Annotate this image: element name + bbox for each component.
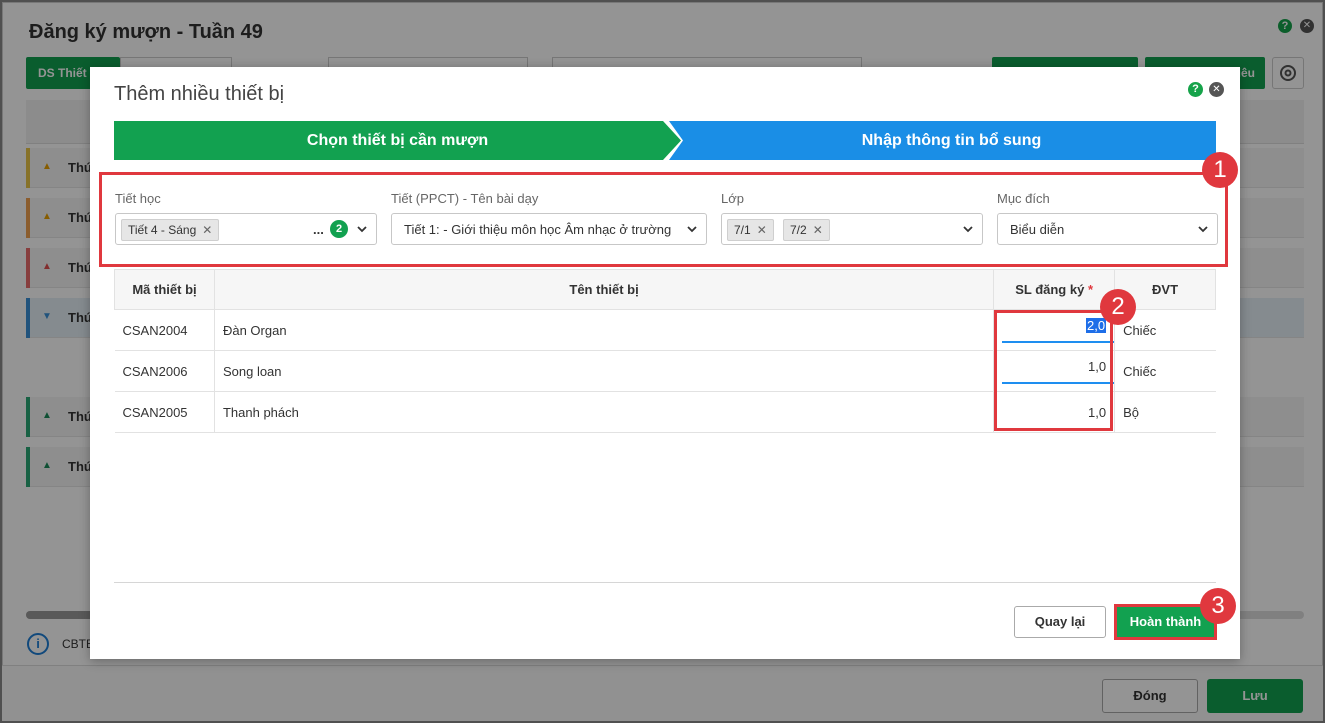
annotation-marker: 2 [1100, 289, 1136, 325]
class-chip: 7/2 ✕ [783, 219, 830, 241]
filter-panel: Tiết học Tiết 4 - Sáng ✕ ... 2 Tiết (PPCT… [99, 172, 1228, 267]
step-label: Chọn thiết bị cần mượn [306, 132, 489, 149]
device-name: Thanh phách [213, 391, 994, 433]
class-chip: 7/1 ✕ [727, 219, 774, 241]
finish-button[interactable]: Hoàn thành [1117, 607, 1214, 637]
count-badge: 2 [330, 220, 348, 238]
footer-divider [114, 582, 1216, 583]
device-code: CSAN2006 [114, 350, 215, 392]
period-select[interactable]: Tiết 4 - Sáng ✕ ... 2 [115, 213, 377, 245]
close-icon[interactable]: ✕ [1209, 82, 1224, 97]
step-select-devices[interactable]: Chọn thiết bị cần mượn [114, 121, 681, 160]
period-label: Tiết học [115, 191, 161, 206]
annotation-marker: 1 [1202, 152, 1238, 188]
modal-title: Thêm nhiều thiết bị [114, 83, 285, 105]
chevron-down-icon [687, 226, 697, 233]
annotation-marker: 3 [1200, 588, 1236, 624]
period-chip: Tiết 4 - Sáng ✕ [121, 219, 220, 241]
device-unit: Bộ [1114, 391, 1216, 433]
device-name: Song loan [213, 350, 994, 392]
column-header: Tên thiết bị [213, 269, 995, 310]
chevron-down-icon [357, 226, 367, 233]
column-header: Mã thiết bị [114, 269, 215, 310]
step-label: Nhập thông tin bổ sung [861, 132, 1042, 149]
lesson-select[interactable]: Tiết 1: - Giới thiệu môn học Âm nhạc ở t… [391, 213, 707, 245]
chevron-down-icon [963, 226, 973, 233]
class-select[interactable]: 7/1 ✕ 7/2 ✕ [721, 213, 983, 245]
back-button[interactable]: Quay lại [1014, 606, 1106, 638]
help-icon[interactable]: ? [1188, 82, 1203, 97]
column-header: SL đăng ký * [993, 269, 1116, 310]
device-unit: Chiếc [1114, 350, 1216, 392]
more-indicator: ... [313, 222, 324, 237]
remove-chip-icon[interactable]: ✕ [813, 223, 823, 237]
quantity-highlight [994, 310, 1113, 431]
lesson-value: Tiết 1: - Giới thiệu môn học Âm nhạc ở t… [404, 222, 672, 237]
device-code: CSAN2005 [114, 391, 215, 433]
add-devices-modal: Thêm nhiều thiết bị ? ✕ Nhập thông tin b… [90, 67, 1240, 659]
purpose-value: Biểu diễn [1010, 222, 1065, 237]
wizard-steps: Nhập thông tin bổ sung Chọn thiết bị cần… [114, 121, 1216, 160]
remove-chip-icon[interactable]: ✕ [202, 223, 212, 237]
device-code: CSAN2004 [114, 309, 215, 351]
purpose-select[interactable]: Biểu diễn [997, 213, 1218, 245]
chevron-down-icon [1198, 226, 1208, 233]
lesson-label: Tiết (PPCT) - Tên bài dạy [391, 191, 539, 206]
step-additional-info[interactable]: Nhập thông tin bổ sung [669, 121, 1216, 160]
remove-chip-icon[interactable]: ✕ [757, 223, 767, 237]
class-label: Lớp [721, 191, 744, 206]
device-name: Đàn Organ [213, 309, 994, 351]
purpose-label: Mục đích [997, 191, 1050, 206]
